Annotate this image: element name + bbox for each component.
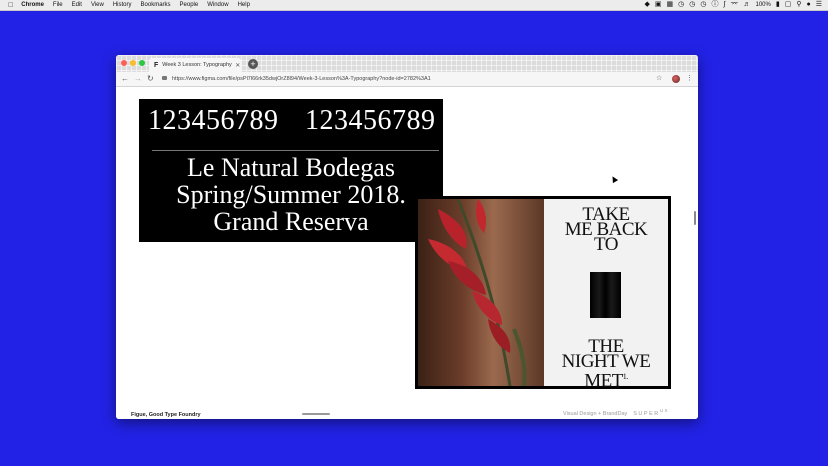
menu-file[interactable]: File (53, 2, 63, 8)
user-avatar-icon[interactable]: ● (806, 0, 810, 10)
wifi-icon[interactable]: ⌤ (730, 0, 738, 10)
typography-specimen-card: 123456789 123456789 Le Natural Bodegas S… (139, 99, 443, 242)
tab-bar: F Week 3 Lesson: Typography - ✕ + (116, 55, 698, 72)
tab-title: Week 3 Lesson: Typography - (162, 62, 233, 68)
address-bar[interactable]: https://www.figma.com/file/psPl7l66rk35d… (172, 72, 431, 86)
poster-title-bottom: THE NIGHT WE MET1. (544, 337, 668, 392)
reload-icon[interactable]: ↻ (147, 73, 154, 85)
headline-line-1: Le Natural Bodegas (187, 153, 395, 182)
figma-icon: F (154, 61, 159, 69)
menu-people[interactable]: People (180, 2, 199, 8)
battery-icon[interactable]: ▮ (776, 0, 780, 10)
footer-brand: SUPERUX (633, 408, 670, 417)
menu-kebab-icon[interactable]: ⋮ (686, 72, 693, 86)
notification-center-icon[interactable]: ☰ (816, 0, 822, 10)
battery-percent: 100% (755, 2, 771, 8)
specimen-headline: Le Natural Bodegas Spring/Summer 2018. G… (139, 154, 443, 235)
menu-help[interactable]: Help (238, 2, 250, 8)
maximize-window-button[interactable] (139, 60, 145, 66)
vertical-scrollbar[interactable] (694, 211, 696, 225)
headline-line-2: Spring/Summer 2018. (176, 180, 406, 209)
browser-toolbar: ← → ↻ https://www.figma.com/file/psPl7l6… (116, 72, 698, 87)
back-arrow-icon[interactable]: ← (121, 73, 129, 85)
footer-brand-text: SUPER (633, 410, 660, 417)
divider (152, 150, 439, 151)
info-icon[interactable]: ⓘ (712, 0, 719, 10)
forward-arrow-icon[interactable]: → (134, 73, 142, 85)
timer-icon[interactable]: ◷ (689, 0, 695, 10)
menu-window[interactable]: Window (207, 2, 228, 8)
profile-avatar[interactable] (672, 75, 680, 83)
horizontal-scrollbar[interactable] (302, 413, 330, 415)
poster-text-panel: TAKE ME BACK TO THE NIGHT WE MET1. (544, 199, 668, 392)
macos-menu-bar:  Chrome File Edit View History Bookmark… (0, 0, 828, 11)
close-tab-icon[interactable]: ✕ (235, 62, 240, 69)
gladiolus-flower-image (428, 199, 527, 386)
bluetooth-icon[interactable]: ∫ (724, 0, 726, 10)
poster-line-night-we: NIGHT WE (561, 351, 651, 372)
poster-artwork: TAKE ME BACK TO THE NIGHT WE MET1. (415, 196, 671, 392)
tab-figma[interactable]: F Week 3 Lesson: Typography - ✕ (149, 58, 241, 72)
menu-bookmarks[interactable]: Bookmarks (141, 2, 171, 8)
lining-numerals: 123456789 (148, 105, 279, 136)
headline-line-3: Grand Reserva (213, 207, 369, 236)
stopwatch-icon[interactable]: ◷ (700, 0, 706, 10)
close-window-button[interactable] (121, 60, 127, 66)
display-icon[interactable]: ▢ (785, 0, 792, 10)
flower-photo (418, 199, 544, 386)
clock-icon[interactable]: ◷ (678, 0, 684, 10)
minimize-window-button[interactable] (130, 60, 136, 66)
menu-edit[interactable]: Edit (72, 2, 82, 8)
mouse-cursor-icon (609, 174, 619, 184)
footer-brand-sup: UX (659, 408, 670, 413)
lock-icon[interactable] (162, 76, 167, 80)
poster-footnote-mark: 1. (622, 372, 629, 381)
search-icon[interactable]: ⚲ (796, 0, 801, 10)
figma-canvas[interactable]: 123456789 123456789 Le Natural Bodegas S… (116, 87, 698, 419)
browser-window: F Week 3 Lesson: Typography - ✕ + ← → ↻ … (116, 55, 698, 419)
dropbox-icon[interactable]: ◆ (645, 0, 650, 10)
apple-icon[interactable]:  (8, 2, 13, 9)
grid-icon[interactable]: ▦ (667, 0, 674, 10)
poster-dark-rectangle (590, 272, 621, 318)
poster-title-top: TAKE ME BACK TO (544, 205, 668, 255)
volume-icon[interactable]: ♬ (744, 0, 751, 10)
menu-history[interactable]: History (113, 2, 132, 8)
bookmark-star-icon[interactable]: ☆ (656, 72, 662, 86)
menu-view[interactable]: View (91, 2, 104, 8)
poster-word-met: MET (584, 370, 623, 392)
new-tab-button[interactable]: + (248, 59, 258, 69)
footer-course-label: Visual Design + BrandDay SUPERUX (563, 408, 669, 417)
poster-line-to: TO (594, 234, 618, 255)
status-area: ◆ ▣ ▦ ◷ ◷ ◷ ⓘ ∫ ⌤ ♬ 100% ▮ ▢ ⚲ ● ☰ (645, 0, 822, 10)
menu-extra-icon[interactable]: ▣ (655, 0, 662, 10)
oldstyle-numerals: 123456789 (305, 105, 436, 136)
menu-app-chrome[interactable]: Chrome (21, 2, 44, 8)
footer-credit: Figue, Good Type Foundry (131, 412, 201, 418)
footer-course-text: Visual Design + BrandDay (563, 410, 628, 417)
